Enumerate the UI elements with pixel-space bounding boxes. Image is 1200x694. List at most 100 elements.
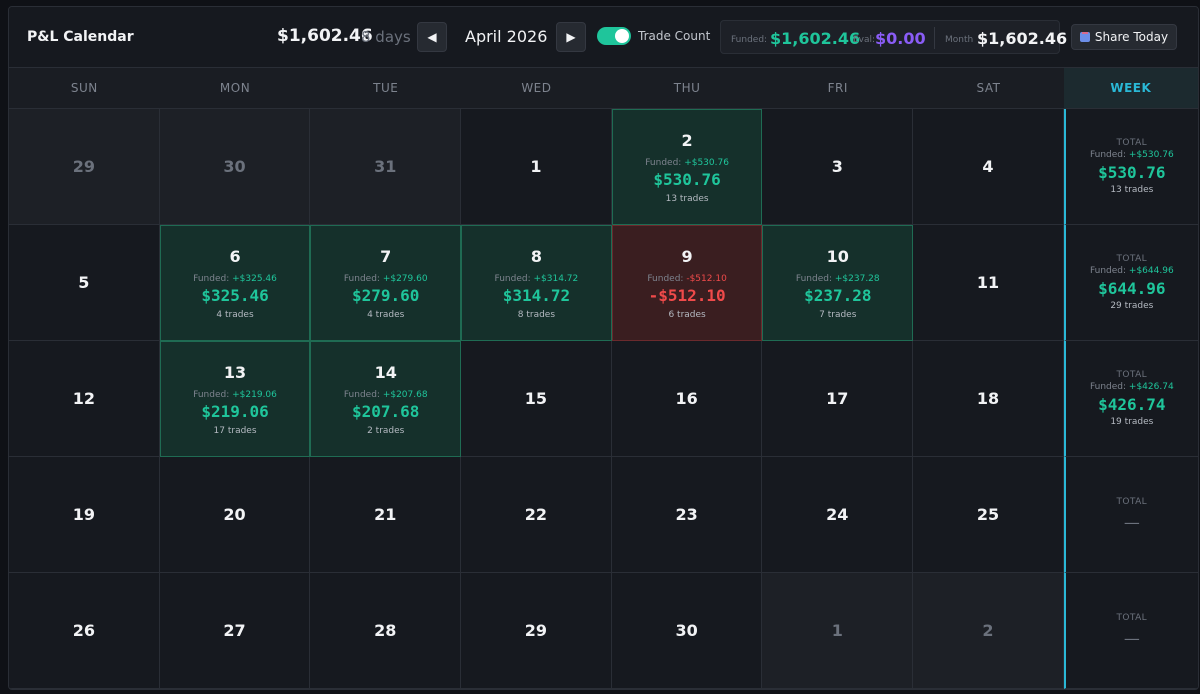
day-cell[interactable]: 17 (762, 341, 914, 457)
day-pnl: $314.72 (502, 285, 571, 305)
day-cell[interactable]: 10 Funded: +$237.28 $237.28 7 trades (762, 225, 914, 341)
week-summary: TOTAL Funded: +$530.76 $530.76 13 trades (1063, 109, 1198, 225)
funded-value: $1,602.46 (770, 29, 861, 48)
day-trade-count: 4 trades (216, 309, 254, 320)
day-number: 10 (826, 246, 849, 266)
stats-divider (934, 27, 935, 49)
day-cell[interactable]: 30 (159, 109, 311, 225)
day-pnl: $219.06 (201, 401, 269, 421)
day-number: 21 (374, 505, 397, 524)
day-cell[interactable]: 31 (310, 109, 462, 225)
day-pnl: -$512.10 (648, 285, 726, 305)
funded-prefix: Funded: (343, 389, 383, 400)
day-cell[interactable]: 23 (611, 457, 763, 573)
day-cell[interactable]: 24 (762, 457, 914, 573)
pnl-calendar: P&L Calendar $1,602.46 8 days ◀ April 20… (8, 6, 1199, 690)
day-number: 2 (681, 130, 693, 150)
day-cell[interactable]: 1 (461, 109, 612, 225)
week-pnl: $426.74 (1098, 395, 1166, 414)
day-cell[interactable]: 30 (611, 573, 763, 689)
funded-prefix: Funded: (193, 389, 233, 400)
day-cell[interactable]: 1 (762, 573, 914, 689)
day-number: 1 (530, 157, 542, 176)
day-funded: Funded: +$530.76 (645, 158, 729, 168)
day-cell[interactable]: 19 (9, 457, 160, 573)
day-funded: Funded: +$314.72 (495, 274, 579, 284)
day-cell[interactable]: 7 Funded: +$279.60 $279.60 4 trades (310, 225, 462, 341)
week-summary: TOTAL — (1063, 457, 1198, 573)
day-funded-value: +$325.46 (232, 273, 277, 284)
funded-prefix: Funded: (494, 273, 534, 284)
day-cell[interactable]: 5 (9, 225, 160, 341)
day-cell[interactable]: 16 (611, 341, 763, 457)
prev-month-button[interactable]: ◀ (417, 22, 447, 52)
day-cell[interactable]: 15 (461, 341, 612, 457)
day-cell[interactable]: 22 (461, 457, 612, 573)
trade-count-toggle[interactable] (597, 27, 631, 45)
dow-week: WEEK (1063, 68, 1198, 108)
day-cell[interactable]: 3 (762, 109, 914, 225)
days-of-week-row: SUN MON TUE WED THU FRI SAT WEEK (9, 68, 1198, 109)
day-number: 29 (72, 157, 95, 176)
day-cell[interactable]: 13 Funded: +$219.06 $219.06 17 trades (159, 341, 311, 457)
week-pnl: $644.96 (1098, 279, 1166, 298)
day-trade-count: 13 trades (665, 193, 709, 204)
dow-sat: SAT (976, 81, 1001, 95)
week-trade-count: 13 trades (1110, 185, 1154, 195)
week-empty: — (1123, 629, 1140, 648)
day-cell[interactable]: 21 (310, 457, 462, 573)
day-cell[interactable]: 12 (9, 341, 160, 457)
day-number: 25 (976, 505, 1000, 524)
day-pnl: $325.46 (201, 285, 269, 305)
day-funded-value: +$207.68 (382, 389, 428, 400)
day-number: 31 (374, 157, 397, 176)
day-number: 11 (976, 273, 1000, 292)
month-total-label: Month (945, 35, 974, 45)
week-summary: TOTAL Funded: +$426.74 $426.74 19 trades (1063, 341, 1198, 457)
day-cell[interactable]: 26 (9, 573, 160, 689)
next-month-button[interactable]: ▶ (556, 22, 586, 52)
dow-fri: FRI (827, 81, 848, 95)
day-number: 13 (223, 362, 247, 382)
day-number: 19 (72, 505, 95, 524)
day-funded: Funded: +$219.06 (193, 390, 277, 400)
day-cell[interactable]: 6 Funded: +$325.46 $325.46 4 trades (159, 225, 311, 341)
funded-prefix: Funded: (795, 273, 835, 284)
calendar-grid: 29 30 31 1 2 Funded: +$530.76 $530.76 13 trades… (9, 109, 1198, 689)
day-number: 3 (831, 157, 843, 176)
day-cell[interactable]: 29 (461, 573, 612, 689)
day-funded: Funded: +$279.60 (344, 274, 428, 284)
day-funded-value: +$279.60 (382, 273, 428, 284)
calendar-header: P&L Calendar $1,602.46 8 days ◀ April 20… (9, 7, 1198, 68)
day-cell[interactable]: 4 (913, 109, 1064, 225)
day-trade-count: 4 trades (367, 309, 405, 320)
day-cell[interactable]: 11 (913, 225, 1064, 341)
week-empty: — (1123, 513, 1140, 532)
day-cell[interactable]: 14 Funded: +$207.68 $207.68 2 trades (310, 341, 462, 457)
day-funded-value: +$314.72 (533, 273, 579, 284)
chevron-left-icon: ◀ (427, 30, 437, 44)
funded-prefix: Funded: (1089, 150, 1129, 160)
day-cell[interactable]: 20 (159, 457, 311, 573)
day-cell[interactable]: 25 (913, 457, 1064, 573)
day-cell[interactable]: 2 Funded: +$530.76 $530.76 13 trades (611, 109, 763, 225)
day-cell[interactable]: 28 (310, 573, 462, 689)
day-cell[interactable]: 27 (159, 573, 311, 689)
week-funded-value: +$530.76 (1128, 150, 1174, 160)
day-cell[interactable]: 2 (913, 573, 1064, 689)
eval-value: $0.00 (875, 29, 926, 48)
day-trade-count: 8 trades (517, 309, 556, 320)
day-cell[interactable]: 8 Funded: +$314.72 $314.72 8 trades (461, 225, 612, 341)
week-trade-count: 19 trades (1110, 417, 1154, 427)
day-cell[interactable]: 29 (9, 109, 160, 225)
day-cell[interactable]: 9 Funded: -$512.10 -$512.10 6 trades (611, 225, 763, 341)
day-funded-value: +$219.06 (232, 389, 277, 400)
dow-mon: MON (219, 81, 251, 95)
header-total: $1,602.46 (277, 26, 373, 46)
share-today-button[interactable]: Share Today (1071, 24, 1177, 50)
day-number: 9 (681, 246, 693, 266)
day-cell[interactable]: 18 (913, 341, 1064, 457)
funded-prefix: Funded: (645, 157, 685, 168)
day-number: 22 (524, 505, 548, 524)
month-label: April 2026 (465, 27, 548, 46)
